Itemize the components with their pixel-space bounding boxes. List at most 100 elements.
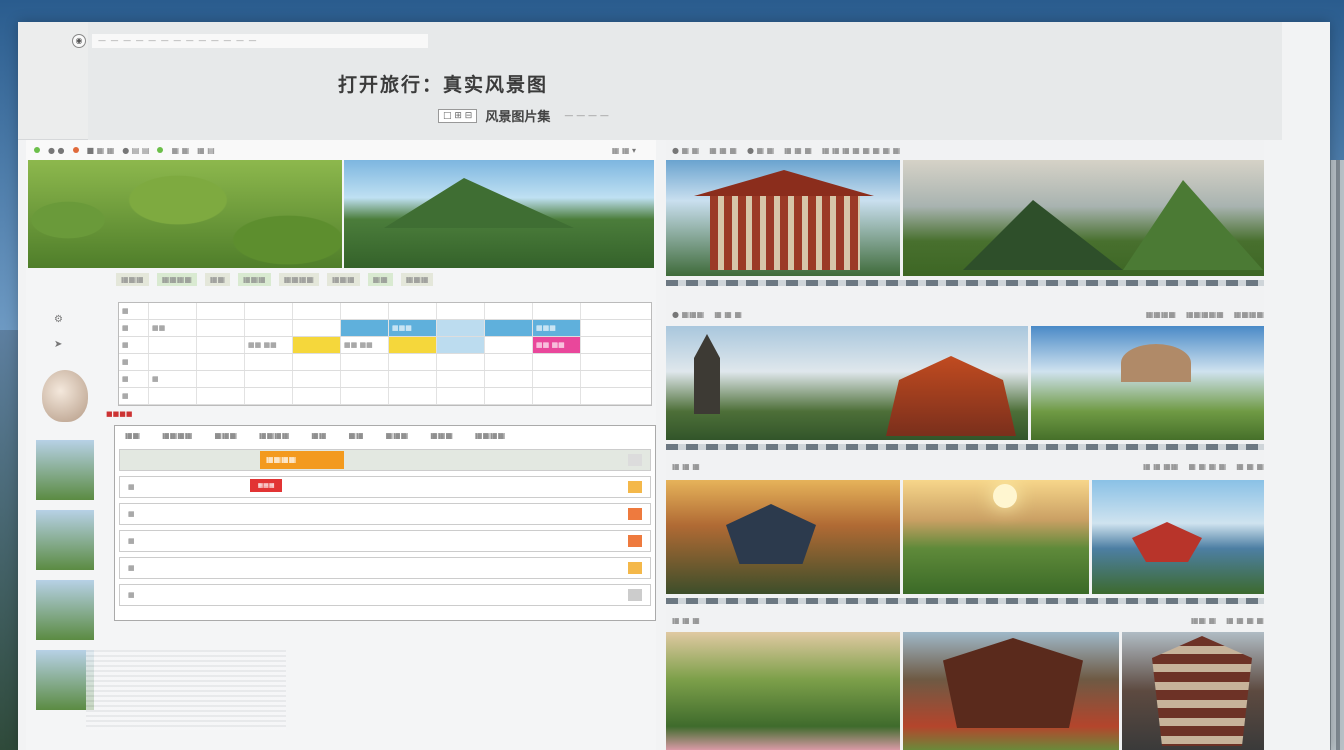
grid-cell[interactable] (533, 371, 581, 387)
grid-row[interactable]: ▦ ▦▦ ▦▦▦ ▦▦▦ (119, 320, 651, 337)
row-action-icon[interactable] (628, 562, 642, 574)
column-header[interactable]: ▦▦ (125, 431, 140, 440)
gallery-bar-item[interactable]: ▦ ▦ ▦ ▦ ▦ ▦ ▦ ▦ (822, 146, 900, 155)
highlight-cell[interactable]: ▦▦▦▦ (260, 451, 344, 469)
grid-cell[interactable] (245, 354, 293, 370)
column-header[interactable]: ▦▦▦▦ (162, 431, 192, 440)
grid-cell[interactable]: ▦▦▦ (389, 320, 437, 336)
grid-cell[interactable]: ▦▦ ▦▦ (533, 337, 581, 353)
row-action-icon[interactable] (628, 535, 642, 547)
gallery-bar-item[interactable]: ● ▦ ▦ (747, 146, 774, 155)
grid-cell[interactable] (245, 371, 293, 387)
gallery-bar-item[interactable]: ● ▦ ▦ (672, 146, 699, 155)
grid-cell[interactable] (293, 320, 341, 336)
grid-cell[interactable] (245, 388, 293, 404)
grid-cell[interactable] (389, 337, 437, 353)
column-header[interactable]: ▦▦ (348, 431, 363, 440)
grid-row[interactable]: ▦ (119, 354, 651, 371)
temple-photo[interactable] (666, 160, 900, 276)
toolbar-item[interactable]: ● ▤ ▤ (122, 146, 149, 155)
tab-4[interactable]: ▦▦▦ (238, 272, 271, 286)
grid-cell[interactable] (341, 354, 389, 370)
alert-badge[interactable]: ▦▦▦ (250, 479, 282, 492)
grid-cell[interactable] (485, 354, 533, 370)
grid-cell[interactable]: ▦▦ ▦▦ (341, 337, 389, 353)
grid-cell[interactable] (197, 354, 245, 370)
grid-cell[interactable]: ▦▦▦ (533, 320, 581, 336)
grid-cell[interactable]: ▦ (149, 371, 197, 387)
grid-cell[interactable] (389, 354, 437, 370)
grid-cell[interactable] (197, 388, 245, 404)
settings-icon[interactable]: ⚙ (54, 314, 106, 325)
tab-2[interactable]: ▦▦▦▦ (156, 272, 197, 286)
toolbar-item[interactable]: ● ● (48, 146, 65, 155)
sculpture-thumbnail[interactable] (42, 370, 88, 422)
thumbnail-2[interactable] (36, 510, 94, 570)
grid-cell[interactable] (245, 320, 293, 336)
blossom-valley-photo[interactable] (666, 632, 900, 750)
gallery-bar-item[interactable]: ▦ ▦ ▦▦ (1143, 462, 1178, 471)
address-bar[interactable]: ◉ — — — — — — — — — — — — — (72, 33, 428, 49)
row-action-icon[interactable] (628, 481, 642, 493)
grid-cell[interactable] (437, 320, 485, 336)
grid-cell[interactable] (149, 354, 197, 370)
gallery-bar-item[interactable]: ▦ ▦ ▦ (709, 146, 737, 155)
grid-cell[interactable] (341, 388, 389, 404)
table-row[interactable]: ▦ (119, 584, 651, 606)
gallery-bar-item[interactable]: ▦▦▦▦ (1234, 310, 1264, 319)
grid-cell[interactable] (485, 303, 533, 319)
gallery-bar-item[interactable]: ▦ ▦ ▦ (784, 146, 812, 155)
grid-cell[interactable] (485, 388, 533, 404)
tab-3[interactable]: ▦▦ (204, 272, 231, 286)
tab-5[interactable]: ▦▦▦▦ (278, 272, 319, 286)
table-row[interactable]: ▦ (119, 530, 651, 552)
grid-cell[interactable] (389, 303, 437, 319)
grid-cell[interactable]: ▦▦ ▦▦ (245, 337, 293, 353)
table-row[interactable]: ▦▦▦▦ (119, 449, 651, 471)
grid-cell[interactable] (437, 303, 485, 319)
gallery-bar-item[interactable]: ▦▦ ▦ (1191, 616, 1216, 625)
grid-cell[interactable] (437, 337, 485, 353)
grid-cell[interactable] (245, 303, 293, 319)
column-header[interactable]: ▦▦ (311, 431, 326, 440)
sunset-temple-photo[interactable] (666, 480, 900, 594)
grid-cell[interactable] (389, 388, 437, 404)
grid-cell[interactable] (437, 354, 485, 370)
tab-6[interactable]: ▦▦▦ (326, 272, 360, 286)
grid-cell[interactable] (293, 371, 341, 387)
grid-cell[interactable] (341, 320, 389, 336)
toolbar-item[interactable]: ▦ ▤ (197, 146, 215, 155)
gallery-bar-item[interactable]: ▦ ▦ ▦ ▦ (1188, 462, 1226, 471)
mountain-photo[interactable] (903, 160, 1264, 276)
grid-cell[interactable] (197, 320, 245, 336)
tab-8[interactable]: ▦▦▦ (400, 272, 434, 286)
grid-cell[interactable] (149, 388, 197, 404)
dome-pavilion-photo[interactable] (1031, 326, 1264, 440)
grid-cell[interactable]: ▦ (119, 337, 149, 353)
back-icon[interactable]: ◉ (72, 34, 86, 48)
column-header[interactable]: ▦▦▦ (214, 431, 237, 440)
gallery-bar-item[interactable]: ▦▦▦▦▦ (1186, 310, 1224, 319)
grid-cell[interactable] (389, 371, 437, 387)
tab-1[interactable]: ▦▦▦ (116, 272, 149, 286)
grid-cell[interactable] (485, 371, 533, 387)
pavilion-photo[interactable] (903, 632, 1119, 750)
grid-cell[interactable]: ▦ (119, 303, 149, 319)
grid-cell[interactable]: ▦▦ (149, 320, 197, 336)
grid-cell[interactable]: ▦ (119, 320, 149, 336)
view-toggle[interactable]: □ ⊞ ⊟ (438, 108, 478, 123)
row-action-icon[interactable] (628, 589, 642, 601)
castle-photo[interactable] (666, 326, 1028, 440)
grid-cell[interactable] (197, 371, 245, 387)
thumbnail-3[interactable] (36, 580, 94, 640)
grid-cell[interactable] (341, 303, 389, 319)
grid-row[interactable]: ▦ ▦ (119, 371, 651, 388)
gallery-bar-item[interactable]: ▦ ▦ ▦ (672, 616, 700, 625)
grid-cell[interactable] (485, 320, 533, 336)
thumbnail-1[interactable] (36, 440, 94, 500)
tab-7[interactable]: ▦▦ (367, 272, 393, 286)
column-header[interactable]: ▦▦▦▦ (259, 431, 289, 440)
grid-row[interactable]: ▦ (119, 303, 651, 320)
column-header[interactable]: ▦▦▦ (430, 431, 453, 440)
grid-cell[interactable]: ▦ (119, 354, 149, 370)
